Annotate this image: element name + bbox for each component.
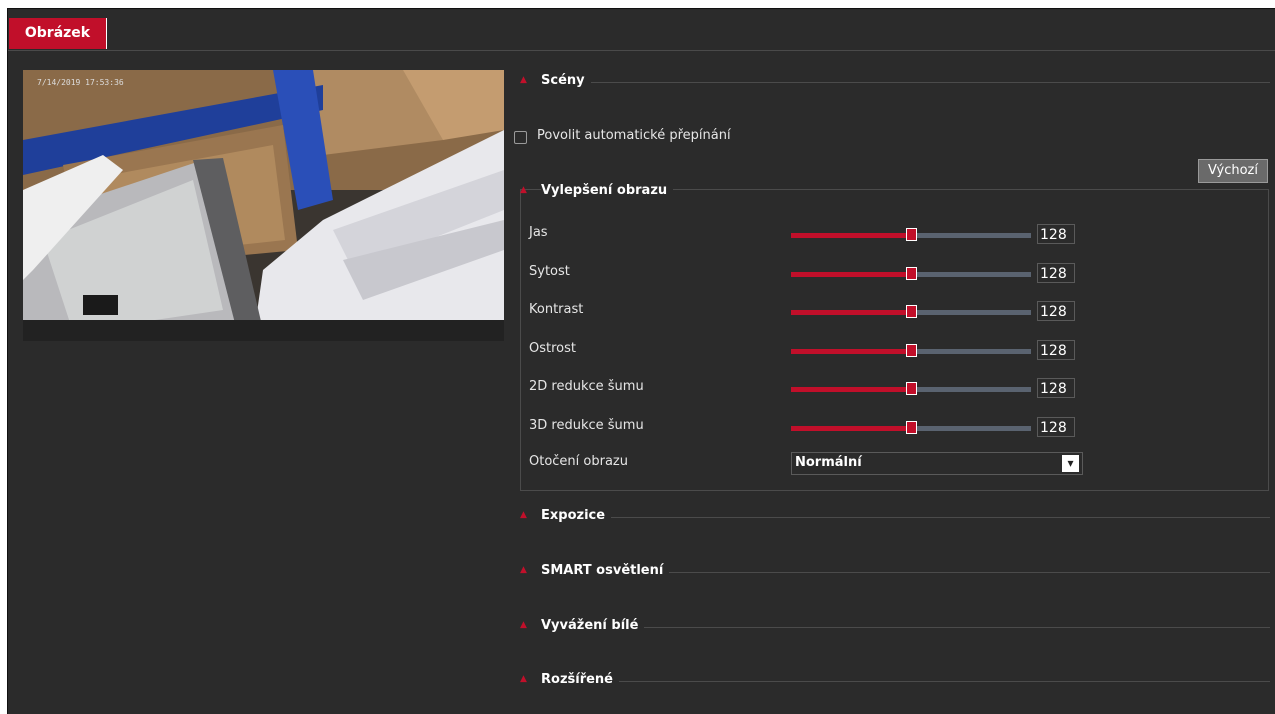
caret-up-icon: ▲ [520, 185, 527, 195]
section-title: Expozice [541, 508, 612, 523]
rotation-row: Otočení obrazu Normální ▾ [521, 452, 1268, 475]
setting-value-input[interactable]: 128 [1037, 378, 1075, 398]
auto-switch-label: Povolit automatické přepínání [537, 128, 731, 143]
setting-label: 3D redukce šumu [529, 417, 644, 433]
slider-fill [791, 310, 911, 315]
section-title: Vylepšení obrazu [541, 183, 674, 198]
setting-value-input[interactable]: 128 [1037, 262, 1075, 283]
divider [541, 82, 1270, 83]
setting-row: 2D redukce šumu 128 [521, 377, 1268, 399]
setting-slider[interactable] [791, 305, 1031, 318]
section-collapsed[interactable]: ▲ Vyvážení bílé [520, 618, 1270, 636]
tab-bar: Obrázek [8, 9, 1275, 51]
camera-preview: 7/14/2019 17:53:36 [23, 70, 504, 341]
setting-value-input[interactable]: 128 [1037, 416, 1075, 437]
setting-label: 2D redukce šumu [529, 379, 644, 394]
caret-up-icon: ▲ [520, 620, 527, 630]
section-title: Vyvážení bílé [541, 618, 645, 633]
slider-fill [791, 387, 911, 392]
setting-value-input[interactable]: 128 [1037, 301, 1075, 321]
setting-label: Kontrast [529, 302, 584, 317]
setting-slider[interactable] [791, 228, 1031, 241]
setting-slider[interactable] [791, 420, 1031, 434]
section-image-enhancement[interactable]: ▲ Vylepšení obrazu [520, 183, 1270, 201]
section-collapsed[interactable]: ▲ Rozšířené [520, 672, 1270, 690]
caret-up-icon: ▲ [520, 674, 527, 684]
setting-row: Kontrast 128 [521, 300, 1268, 322]
setting-row: Jas 128 [521, 223, 1268, 245]
slider-thumb[interactable] [906, 305, 917, 318]
divider [541, 517, 1270, 518]
setting-row: Ostrost 128 [521, 339, 1268, 361]
settings-panel: Obrázek 7/14/2019 17:53:36 ▲ Scény Povol… [7, 8, 1275, 714]
slider-thumb[interactable] [906, 382, 917, 395]
chevron-down-icon[interactable]: ▾ [1062, 455, 1079, 472]
slider-fill [791, 271, 911, 277]
slider-thumb[interactable] [906, 228, 917, 241]
setting-label: Jas [529, 225, 548, 240]
section-title: Rozšířené [541, 672, 620, 687]
section-title: Scény [541, 73, 591, 88]
setting-label: Sytost [529, 263, 570, 279]
slider-fill [791, 233, 911, 238]
setting-value-input[interactable]: 128 [1037, 339, 1075, 360]
camera-image [23, 70, 504, 341]
caret-up-icon: ▲ [520, 510, 527, 520]
caret-up-icon: ▲ [520, 75, 527, 85]
divider [541, 681, 1270, 682]
setting-slider[interactable] [791, 266, 1031, 280]
slider-thumb[interactable] [906, 343, 917, 357]
setting-row: 3D redukce šumu 128 [521, 416, 1268, 438]
caret-up-icon: ▲ [520, 565, 527, 575]
setting-value-input[interactable]: 128 [1037, 224, 1075, 244]
section-collapsed[interactable]: ▲ Expozice [520, 508, 1270, 526]
rotation-label: Otočení obrazu [529, 454, 628, 469]
setting-row: Sytost 128 [521, 262, 1268, 284]
slider-thumb[interactable] [906, 266, 917, 280]
slider-thumb[interactable] [906, 420, 917, 434]
divider [541, 627, 1270, 628]
section-collapsed[interactable]: ▲ SMART osvětlení [520, 563, 1270, 581]
setting-slider[interactable] [791, 343, 1031, 357]
rotation-value: Normální [795, 455, 862, 470]
slider-fill [791, 348, 911, 354]
auto-switch-checkbox[interactable] [514, 131, 527, 144]
slider-fill [791, 425, 911, 431]
osd-timestamp: 7/14/2019 17:53:36 [37, 78, 124, 87]
default-button[interactable]: Výchozí [1198, 159, 1268, 183]
rotation-select[interactable]: Normální ▾ [791, 452, 1083, 475]
setting-label: Ostrost [529, 340, 576, 356]
setting-slider[interactable] [791, 382, 1031, 395]
tab-image[interactable]: Obrázek [9, 18, 107, 49]
image-enhancement-group: Jas 128 Sytost 128 Kontrast 128 Ostrost 128 2D r… [520, 189, 1269, 491]
section-scenes[interactable]: ▲ Scény [520, 73, 1270, 91]
section-title: SMART osvětlení [541, 563, 670, 578]
